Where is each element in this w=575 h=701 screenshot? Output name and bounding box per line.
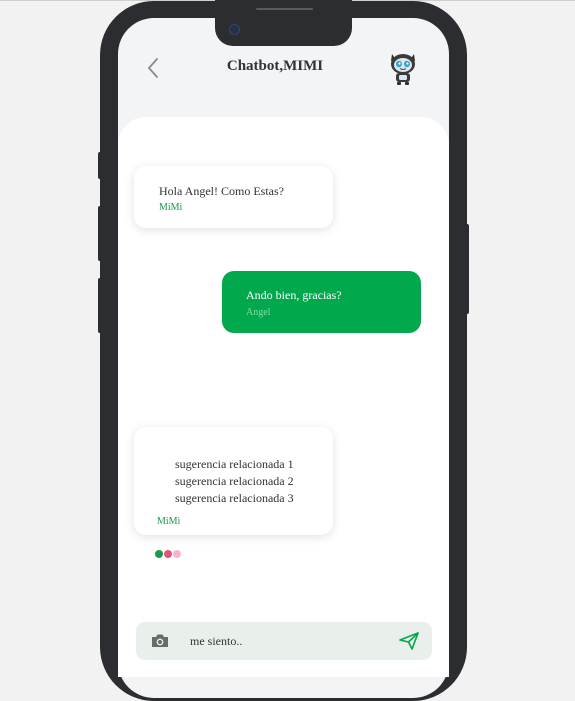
volume-down-button — [98, 278, 102, 333]
chat-title: Chatbot,MIMI — [226, 58, 324, 74]
message-sender: Angel — [246, 307, 271, 318]
notch — [215, 0, 352, 46]
suggestion-item[interactable]: sugerencia relacionada 1 — [175, 457, 294, 472]
typing-dot — [173, 550, 181, 558]
chevron-left-icon — [148, 58, 158, 78]
volume-up-button — [98, 206, 102, 261]
paper-plane-icon — [399, 632, 419, 650]
message-input[interactable] — [190, 632, 380, 650]
speaker-grille — [256, 8, 313, 10]
typing-dot — [164, 550, 172, 558]
bot-suggestions-bubble: sugerencia relacionada 1 sugerencia rela… — [134, 427, 333, 535]
camera-button[interactable] — [150, 632, 170, 650]
front-camera — [229, 24, 240, 35]
message-sender: MiMi — [157, 516, 181, 527]
mute-switch — [98, 152, 102, 179]
bot-avatar[interactable] — [387, 50, 419, 86]
bot-message-bubble: Hola Angel! Como Estas? MiMi — [134, 166, 333, 228]
typing-dot — [155, 550, 163, 558]
message-text: Ando bien, gracias? — [246, 288, 342, 302]
message-text: Hola Angel! Como Estas? — [159, 184, 284, 198]
suggestion-item[interactable]: sugerencia relacionada 2 — [175, 474, 294, 489]
robot-mascot-icon — [391, 54, 415, 85]
back-button[interactable] — [142, 55, 164, 81]
send-button[interactable] — [398, 631, 420, 651]
power-button — [465, 224, 469, 314]
suggestion-item[interactable]: sugerencia relacionada 3 — [175, 491, 294, 506]
message-sender: MiMi — [159, 202, 183, 213]
message-input-bar — [136, 622, 432, 660]
camera-icon — [152, 634, 168, 647]
user-message-bubble: Ando bien, gracias? Angel — [222, 271, 421, 333]
